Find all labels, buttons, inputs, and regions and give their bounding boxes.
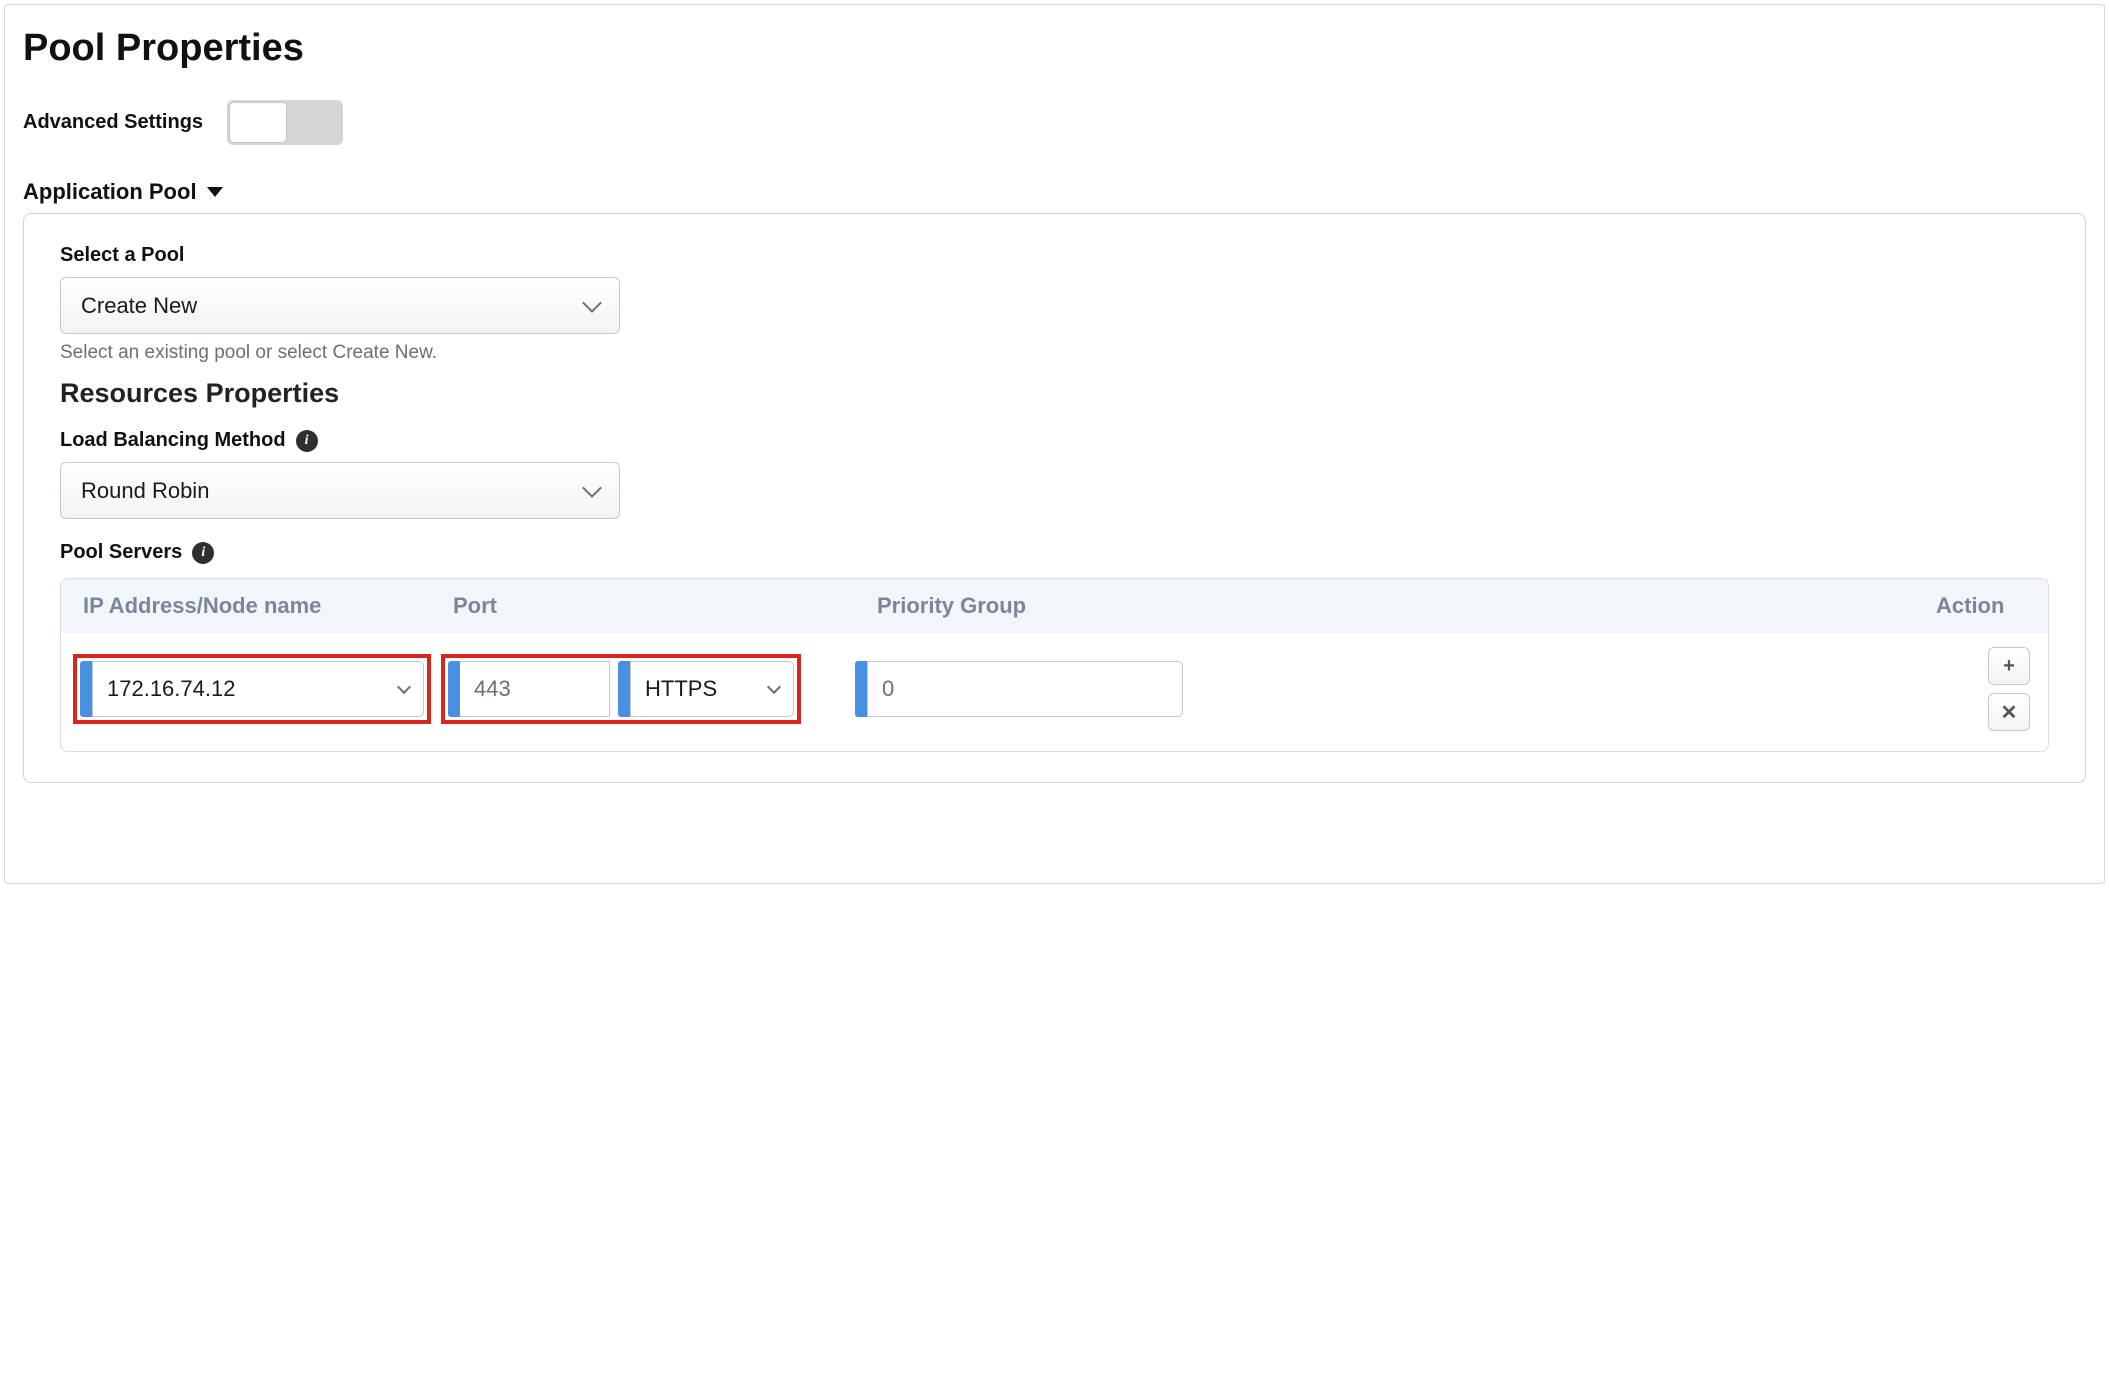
chevron-down-icon [397,680,411,694]
th-port: Port [453,593,853,619]
resources-properties-heading: Resources Properties [60,378,2049,409]
load-balancing-method-label: Load Balancing Method i [60,429,2049,452]
accent-bar [80,661,92,717]
ip-input-wrap: 172.16.74.12 [80,661,424,717]
th-ip: IP Address/Node name [73,593,453,619]
pool-servers-label: Pool Servers i [60,541,2049,564]
th-priority: Priority Group [853,593,1936,619]
th-action: Action [1936,593,2036,619]
table-header-row: IP Address/Node name Port Priority Group… [61,579,2048,633]
accent-bar [618,661,630,717]
info-icon[interactable]: i [296,430,318,452]
application-pool-section-toggle[interactable]: Application Pool [23,179,223,205]
add-row-button[interactable]: + [1988,647,2030,685]
lb-method-value: Round Robin [81,478,209,504]
caret-down-icon [207,187,223,197]
accent-bar [855,661,867,717]
load-balancing-method-dropdown[interactable]: Round Robin [60,462,620,519]
protocol-select[interactable]: HTTPS [630,661,794,717]
chevron-down-icon [767,680,781,694]
table-row: 172.16.74.12 443 [61,633,2048,751]
priority-value: 0 [882,676,894,702]
toggle-knob [229,102,287,143]
chevron-down-icon [582,478,602,498]
protocol-select-wrap: HTTPS [618,661,794,717]
port-input[interactable]: 443 [460,661,610,717]
action-column: + ✕ [1988,647,2036,731]
chevron-down-icon [582,293,602,313]
pool-properties-panel: Pool Properties Advanced Settings Applic… [4,4,2105,884]
accent-bar [448,661,460,717]
remove-row-button[interactable]: ✕ [1988,693,2030,731]
page-title: Pool Properties [23,27,2086,70]
ip-address-combo[interactable]: 172.16.74.12 [92,661,424,717]
port-cell-highlight: 443 HTTPS [441,654,801,724]
advanced-settings-toggle[interactable] [227,100,343,145]
port-input-wrap: 443 [448,661,610,717]
pool-servers-label-text: Pool Servers [60,541,182,564]
advanced-settings-row: Advanced Settings [23,100,2086,145]
lb-method-label-text: Load Balancing Method [60,429,286,452]
priority-group-input[interactable]: 0 [867,661,1183,717]
select-pool-value: Create New [81,293,197,319]
pool-servers-table: IP Address/Node name Port Priority Group… [60,578,2049,752]
advanced-settings-label: Advanced Settings [23,111,203,134]
port-value: 443 [474,676,511,702]
ip-address-value: 172.16.74.12 [107,676,235,702]
info-icon[interactable]: i [192,542,214,564]
ip-cell-highlight: 172.16.74.12 [73,654,431,724]
close-icon: ✕ [2001,700,2018,725]
plus-icon: + [2003,655,2015,678]
application-pool-section-body: Select a Pool Create New Select an exist… [23,213,2086,783]
application-pool-section-label: Application Pool [23,179,197,205]
protocol-value: HTTPS [645,676,717,702]
select-pool-hint: Select an existing pool or select Create… [60,342,2049,364]
select-pool-label: Select a Pool [60,244,2049,267]
select-pool-dropdown[interactable]: Create New [60,277,620,334]
priority-input-wrap: 0 [855,661,1183,717]
